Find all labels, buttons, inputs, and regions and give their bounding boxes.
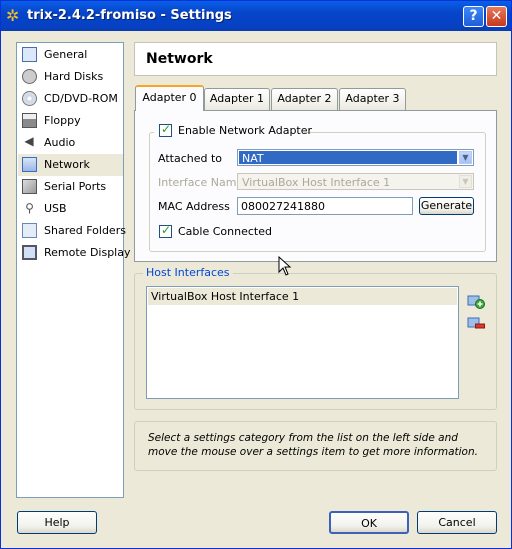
attached-to-value: NAT xyxy=(242,152,264,165)
remove-host-interface-icon[interactable] xyxy=(467,315,485,331)
host-interfaces-legend: Host Interfaces xyxy=(143,266,233,279)
category-label: Audio xyxy=(44,136,76,149)
attached-to-select[interactable]: NAT ▼ xyxy=(237,149,474,166)
enable-adapter-row[interactable]: Enable Network Adapter xyxy=(154,122,312,138)
info-text: Select a settings category from the list… xyxy=(148,432,478,458)
category-network[interactable]: Network xyxy=(18,154,123,176)
usb-icon: ⚲ xyxy=(25,201,34,215)
selection-highlight xyxy=(239,151,457,164)
page-title: Network xyxy=(146,51,213,67)
tab-adapter-0[interactable]: Adapter 0 xyxy=(135,85,204,111)
category-label: Remote Display xyxy=(44,246,131,259)
attached-to-label: Attached to xyxy=(158,152,223,165)
mac-address-label: MAC Address xyxy=(158,200,230,213)
category-label: Network xyxy=(44,158,90,171)
remote-display-icon xyxy=(22,245,37,260)
category-hard-disks[interactable]: Hard Disks xyxy=(18,66,123,88)
category-label: Hard Disks xyxy=(44,70,104,83)
cd-dvd-icon xyxy=(22,91,37,106)
floppy-icon xyxy=(22,113,37,128)
mouse-cursor-icon xyxy=(278,256,292,276)
list-item[interactable]: VirtualBox Host Interface 1 xyxy=(148,288,457,305)
help-button[interactable]: Help xyxy=(17,511,97,534)
category-label: CD/DVD-ROM xyxy=(44,92,118,105)
settings-window: ✲ trix-2.4.2-fromiso - Settings ? ✕ Gene… xyxy=(0,0,512,549)
cancel-button[interactable]: Cancel xyxy=(417,511,497,534)
tab-adapter-3[interactable]: Adapter 3 xyxy=(339,88,406,110)
category-label: Floppy xyxy=(44,114,81,127)
hard-disk-icon xyxy=(22,69,37,84)
tab-adapter-1[interactable]: Adapter 1 xyxy=(204,88,270,110)
category-serial-ports[interactable]: Serial Ports xyxy=(18,176,123,198)
category-shared-folders[interactable]: Shared Folders xyxy=(18,220,126,242)
host-interfaces-list[interactable]: VirtualBox Host Interface 1 xyxy=(146,286,459,399)
network-icon xyxy=(22,157,37,172)
mac-address-input[interactable]: 080027241880 xyxy=(237,197,413,215)
mac-address-value: 080027241880 xyxy=(241,200,325,213)
category-label: General xyxy=(44,48,88,61)
page-header: Network xyxy=(134,42,497,76)
category-label: Shared Folders xyxy=(44,224,126,237)
interface-name-select[interactable]: VirtualBox Host Interface 1 ▼ xyxy=(237,173,474,190)
cable-connected-label: Cable Connected xyxy=(178,225,272,238)
category-remote-display[interactable]: Remote Display xyxy=(18,242,131,264)
add-host-interface-icon[interactable] xyxy=(467,293,485,309)
info-box: Select a settings category from the list… xyxy=(134,421,497,471)
category-label: Serial Ports xyxy=(44,180,107,193)
enable-adapter-checkbox[interactable] xyxy=(159,122,172,137)
category-audio[interactable]: ◀ Audio xyxy=(18,132,123,154)
category-floppy[interactable]: Floppy xyxy=(18,110,123,132)
category-general[interactable]: General xyxy=(18,44,123,66)
host-interface-name: VirtualBox Host Interface 1 xyxy=(151,290,300,303)
help-title-button[interactable]: ? xyxy=(463,6,484,27)
ok-button[interactable]: OK xyxy=(329,511,409,534)
interface-name-value: VirtualBox Host Interface 1 xyxy=(242,176,391,189)
category-label: USB xyxy=(44,202,67,215)
audio-icon: ◀ xyxy=(24,134,34,148)
interface-name-label: Interface Name xyxy=(158,176,244,189)
serial-ports-icon xyxy=(22,179,37,194)
shared-folders-icon xyxy=(22,223,37,238)
category-cd-dvd-rom[interactable]: CD/DVD-ROM xyxy=(18,88,123,110)
window-title: trix-2.4.2-fromiso - Settings xyxy=(27,8,232,23)
general-icon xyxy=(22,47,37,62)
close-button[interactable]: ✕ xyxy=(486,6,507,27)
generate-button[interactable]: Generate xyxy=(419,197,474,215)
chevron-down-icon[interactable]: ▼ xyxy=(459,175,472,188)
title-bar[interactable]: ✲ trix-2.4.2-fromiso - Settings ? ✕ xyxy=(1,1,511,31)
category-usb[interactable]: ⚲ USB xyxy=(18,198,123,220)
cable-connected-checkbox[interactable] xyxy=(159,223,172,238)
virtualbox-app-icon: ✲ xyxy=(6,6,20,25)
tab-adapter-2[interactable]: Adapter 2 xyxy=(271,88,338,110)
chevron-down-icon[interactable]: ▼ xyxy=(459,151,472,164)
enable-adapter-label: Enable Network Adapter xyxy=(178,124,313,137)
settings-category-list[interactable]: General Hard Disks CD/DVD-ROM Floppy ◀ A… xyxy=(16,42,131,498)
